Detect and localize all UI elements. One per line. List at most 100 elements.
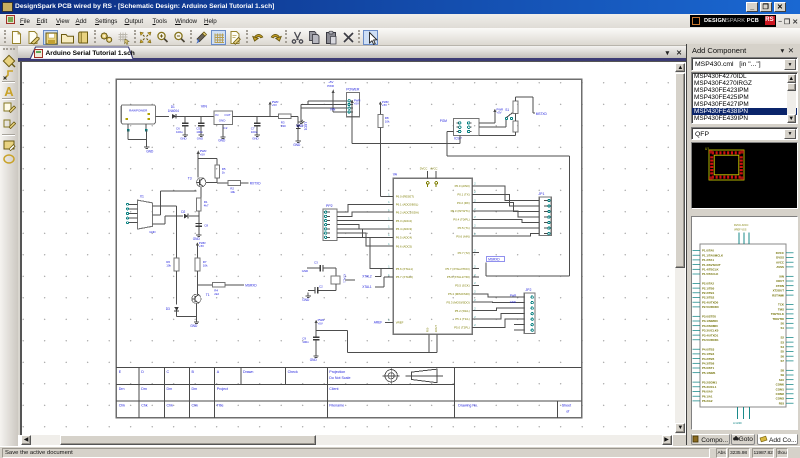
svg-text:P0.6 (AIN): P0.6 (AIN) (456, 234, 470, 238)
svg-text:P5.1 (T1/L): P5.1 (T1/L) (455, 317, 469, 321)
svg-text:1: 1 (388, 265, 390, 268)
svg-text:P6.6 (ADC5): P6.6 (ADC5) (395, 244, 411, 248)
svg-text:MSRXD: MSRXD (245, 283, 257, 287)
svg-text:1: 1 (388, 193, 390, 196)
svg-text:P6.0 (RESET): P6.0 (RESET) (395, 194, 413, 198)
svg-text:2: 2 (474, 216, 476, 219)
svg-text:GND: GND (218, 118, 226, 122)
svg-text:Do Not Scale: Do Not Scale (329, 376, 350, 380)
svg-text:1: 1 (388, 201, 390, 204)
svg-text:E: E (118, 370, 121, 374)
svg-text:B: B (191, 370, 194, 374)
svg-text:Chk: Chk (141, 403, 148, 407)
svg-text:P6.3 (ADC2): P6.3 (ADC2) (395, 218, 411, 222)
svg-text:2: 2 (474, 290, 476, 293)
svg-text:LED1: LED1 (303, 122, 307, 130)
svg-text:P5.7 (XTAL2/TDO): P5.7 (XTAL2/TDO) (445, 266, 469, 270)
svg-text:2: 2 (474, 315, 476, 318)
svg-text:1: 1 (388, 273, 390, 276)
svg-text:P50: P50 (425, 327, 429, 332)
svg-text:GND: GND (301, 269, 307, 273)
svg-text:X1: X1 (139, 194, 143, 198)
svg-text:GND: GND (252, 136, 258, 140)
svg-text:VREF: VREF (395, 320, 403, 324)
svg-text:VIN: VIN (329, 107, 335, 111)
svg-text:2: 2 (474, 199, 476, 202)
svg-text:P6.2 (ADC1/SDA): P6.2 (ADC1/SDA) (395, 210, 418, 214)
svg-text:D: D (141, 370, 144, 374)
svg-text:2: 2 (474, 324, 476, 327)
svg-text:+5V: +5V (199, 244, 204, 248)
svg-text:GND: GND (296, 123, 304, 127)
svg-text:P0.3 (INT0/T1): P0.3 (INT0/T1) (450, 209, 469, 213)
svg-text:Check: Check (287, 370, 297, 374)
svg-text:1: 1 (388, 217, 390, 220)
svg-text:PWR: PWR (327, 83, 334, 87)
svg-text:Client: Client (329, 387, 338, 391)
svg-text:XTAL1: XTAL1 (362, 285, 372, 289)
svg-text:2: 2 (474, 224, 476, 227)
svg-text:1k: 1k (221, 170, 225, 174)
svg-text:PP2: PP2 (326, 204, 333, 208)
svg-text:GND: GND (218, 138, 226, 142)
svg-text:Chk: Chk (166, 403, 173, 407)
svg-text:P0.7 (T2): P0.7 (T2) (457, 250, 469, 254)
svg-text:IN: IN (215, 113, 218, 117)
svg-text:C8: C8 (204, 223, 208, 227)
svg-text:100u: 100u (250, 130, 257, 134)
svg-text:GND: GND (293, 143, 301, 147)
svg-text:P0.4 (T0/PL): P0.4 (T0/PL) (453, 217, 469, 221)
svg-text:P5.0 (T2PL): P5.0 (T2PL) (454, 325, 470, 329)
svg-text:330: 330 (280, 124, 285, 128)
svg-text:1: 1 (388, 319, 390, 322)
svg-text:P6.4 (ADC3): P6.4 (ADC3) (395, 227, 411, 231)
svg-text:2: 2 (474, 265, 476, 268)
svg-text:C3: C3 (314, 260, 318, 264)
svg-text:P0.1 (TX): P0.1 (TX) (457, 192, 469, 196)
svg-text:2: 2 (474, 182, 476, 185)
svg-text:2: 2 (474, 307, 476, 310)
svg-text:10k: 10k (202, 263, 207, 267)
svg-text:Drn: Drn (166, 387, 172, 391)
svg-text:C: C (166, 370, 169, 374)
svg-text:100n: 100n (196, 130, 203, 134)
svg-text:GND: GND (180, 136, 186, 140)
svg-text:P6.1 (ADC0/BSL): P6.1 (ADC0/BSL) (395, 202, 418, 206)
svg-text:2: 2 (474, 249, 476, 252)
svg-text:RXTXD: RXTXD (249, 181, 261, 185)
svg-text:ICSP: ICSP (454, 136, 463, 140)
svg-text:1N4004: 1N4004 (167, 108, 178, 112)
svg-text:P5.5 (SCK): P5.5 (SCK) (455, 283, 470, 287)
svg-text:XTAL1: XTAL1 (342, 273, 346, 282)
svg-text:D3: D3 (165, 307, 169, 311)
svg-text:Drn: Drn (118, 387, 124, 391)
svg-text:100n: 100n (302, 340, 309, 344)
svg-text:GND: GND (309, 358, 317, 362)
svg-text:Filename: Filename (329, 403, 344, 407)
svg-text:+5V: +5V (328, 80, 333, 84)
svg-text:P5.2 (SS/L): P5.2 (SS/L) (455, 308, 470, 312)
svg-text:of: of (566, 409, 569, 413)
svg-text:1: 1 (388, 243, 390, 246)
svg-text:T1: T1 (205, 292, 209, 296)
svg-text:P0.5 (T1): P0.5 (T1) (457, 226, 469, 230)
svg-text:DVCC: DVCC (419, 166, 427, 170)
svg-text:PGM: PGM (439, 119, 447, 123)
svg-text:GND: GND (196, 136, 202, 140)
svg-text:Sheet: Sheet (561, 403, 570, 407)
svg-text:GND: GND (509, 300, 515, 304)
svg-text:P5.7 (XTAL2): P5.7 (XTAL2) (395, 275, 412, 279)
svg-text:P5.3 (MOSI/SDO): P5.3 (MOSI/SDO) (446, 300, 469, 304)
svg-text:T3: T3 (187, 176, 191, 180)
svg-text:AREF: AREF (373, 320, 382, 324)
svg-text:D2: D2 (181, 210, 185, 214)
svg-text:VA: VA (392, 172, 397, 176)
svg-text:P5.6 (XTAL1): P5.6 (XTAL1) (395, 266, 412, 270)
svg-text:Chk: Chk (118, 403, 125, 407)
svg-text:JP2: JP2 (525, 288, 531, 292)
svg-text:1: 1 (388, 209, 390, 212)
svg-text:Project: Project (217, 387, 228, 391)
svg-text:10k: 10k (230, 190, 235, 194)
svg-text:AVCC: AVCC (430, 166, 437, 170)
svg-text:P5.4 (MISO/SDI): P5.4 (MISO/SDI) (448, 292, 470, 296)
